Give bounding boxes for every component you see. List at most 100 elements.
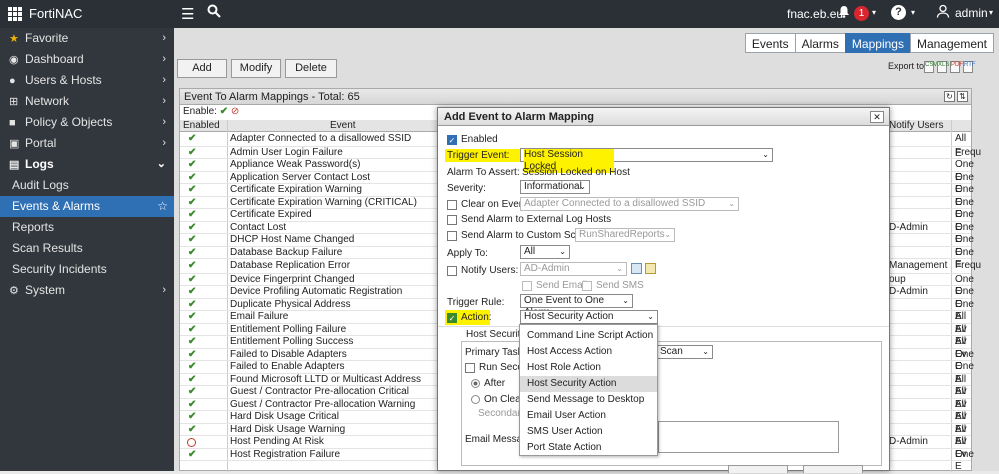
action-dropdown-list: Command Line Script Action Host Access Ac… [519,324,658,456]
on-clear-radio[interactable] [471,395,480,404]
search-icon[interactable] [207,4,221,22]
sidebar-item-events-alarms[interactable]: Events & Alarms ☆ [0,196,174,217]
col-event[interactable]: Event [330,120,356,131]
sidebar-item-system[interactable]: ⚙ System › [0,280,174,301]
notify-users-cell: D-Admin [889,221,928,233]
custom-script-select[interactable]: RunSharedReports ⌄ [575,228,675,242]
tab-management[interactable]: Management [909,33,994,53]
pdf-export-icon[interactable]: PDF [950,61,963,73]
sidebar-item-dashboard[interactable]: ◉ Dashboard › [0,49,174,70]
top-bar: FortiNAC ☰ fnac.eb.eu 1 ▾ ? ▾ admin ▾ [0,0,999,28]
edit-icon[interactable] [645,263,656,274]
apply-to-select[interactable]: All ⌄ [520,245,570,259]
trigger-rule-select[interactable]: One Event to One Alarm⌄ [520,294,633,318]
close-icon[interactable]: ✕ [870,111,884,123]
clear-on-event-checkbox[interactable] [447,199,457,210]
sidebar-item-network[interactable]: ⊞ Network › [0,91,174,112]
sidebar-item-scan-results[interactable]: Scan Results [0,238,174,259]
trigger-event-select[interactable]: Host Session Locked ⌄ [520,148,773,173]
check-icon: ✔ [188,221,197,233]
sidebar-item-favorite[interactable]: ★ Favorite › [0,28,174,49]
favorite-star-icon[interactable]: ☆ [157,196,168,217]
sidebar-item-security-incidents[interactable]: Security Incidents [0,259,174,280]
brand[interactable]: FortiNAC [8,6,82,21]
rtf-export-icon[interactable]: RTF [963,61,976,73]
primary-task-select[interactable]: Scan ⌄ [657,345,713,359]
severity-label: Severity: [447,183,486,194]
tab-events[interactable]: Events [744,33,796,53]
event-name: Database Backup Failure [230,246,343,258]
modify-button[interactable]: Modify [231,59,281,78]
check-icon: ✔ [188,209,197,220]
event-name: Certificate Expired [230,209,312,220]
tab-mappings[interactable]: Mappings [844,33,911,53]
check-icon: ✔ [188,361,197,372]
dropdown-option[interactable]: Email User Action [520,408,657,424]
cancel-button[interactable] [803,465,863,473]
send-email-checkbox[interactable] [522,280,532,291]
sidebar-item-reports[interactable]: Reports [0,217,174,238]
chevron-down-icon[interactable]: ▾ [989,8,993,17]
tab-alarms[interactable]: Alarms [794,33,846,53]
sidebar-item-users-hosts[interactable]: ● Users & Hosts › [0,70,174,91]
dropdown-option[interactable]: Command Line Script Action [520,328,657,344]
enabled-checkbox[interactable]: ✓ [447,134,457,145]
chevron-down-icon[interactable]: ▾ [911,8,915,17]
check-icon: ✔ [188,234,197,245]
excel-export-icon[interactable]: XLS [937,61,949,73]
chevron-down-icon: ⌄ [622,296,629,305]
run-secondary-checkbox[interactable] [465,362,475,373]
notify-users-select[interactable]: AD-Admin ⌄ [520,262,627,276]
delete-button[interactable]: Delete [285,59,337,78]
disable-all-icon[interactable]: ⊘ [231,106,239,117]
dropdown-option[interactable]: Host Role Action [520,360,657,376]
dropdown-option[interactable]: Send Message to Desktop [520,392,657,408]
chevron-down-icon: ⌄ [702,347,709,356]
email-message-textarea[interactable] [658,421,839,453]
help-icon[interactable]: ? [891,5,906,20]
dropdown-option[interactable]: Host Security Action [520,376,657,392]
action-checkbox[interactable]: ✓ [447,312,457,323]
enable-all-icon[interactable]: ✔ [220,106,228,117]
bell-icon[interactable] [838,5,850,21]
send-custom-checkbox[interactable] [447,230,457,241]
event-name: Database Replication Error [230,260,351,271]
user-icon[interactable] [936,4,950,21]
sidebar-item-policy[interactable]: ■ Policy & Objects › [0,112,174,133]
collapse-icon[interactable]: ⇅ [957,91,968,102]
event-name: Guest / Contractor Pre-allocation Warnin… [230,398,416,410]
send-external-checkbox[interactable] [447,214,457,225]
event-name: Adapter Connected to a disallowed SSID [230,133,412,144]
chevron-down-icon[interactable]: ▾ [872,8,876,17]
dropdown-option[interactable]: Host Access Action [520,344,657,360]
after-radio[interactable] [471,379,480,388]
csv-export-icon[interactable]: CSV [924,61,937,73]
panel-title: Event To Alarm Mappings - Total: 65 [180,89,971,105]
action-select[interactable]: Host Security Action ⌄ [520,310,658,324]
event-name: Hard Disk Usage Warning [230,423,346,435]
notify-users-cell: D-Admin [889,436,928,447]
check-icon: ✔ [188,423,197,435]
col-notify-users[interactable]: Notify Users [889,120,943,131]
sidebar-item-audit-logs[interactable]: Audit Logs [0,175,174,196]
notify-users-checkbox[interactable] [447,265,457,276]
col-enabled[interactable]: Enabled [183,120,220,131]
event-name: Found Microsoft LLTD or Multicast Addres… [230,373,421,385]
severity-select[interactable]: Informational ⌄ [520,180,590,194]
send-sms-checkbox[interactable] [582,280,592,291]
dropdown-option[interactable]: SMS User Action [520,424,657,440]
notification-badge[interactable]: 1 [854,6,869,21]
add-button[interactable]: Add [177,59,227,78]
users-icon[interactable] [631,263,642,274]
tab-bar: Events Alarms Mappings Management [744,33,994,53]
sidebar-item-logs[interactable]: ▤ Logs ⌄ [0,154,174,175]
ok-button[interactable] [728,465,788,473]
menu-icon[interactable]: ☰ [181,5,194,23]
dropdown-option[interactable]: Port State Action [520,440,657,456]
sidebar-item-portal[interactable]: ▣ Portal › [0,133,174,154]
clear-event-select[interactable]: Adapter Connected to a disallowed SSID ⌄ [520,197,739,211]
alarm-assert-value: Session Locked on Host [522,167,630,178]
user-name[interactable]: admin [955,6,988,20]
user-icon: ● [9,75,16,87]
refresh-icon[interactable]: ↻ [944,91,955,102]
